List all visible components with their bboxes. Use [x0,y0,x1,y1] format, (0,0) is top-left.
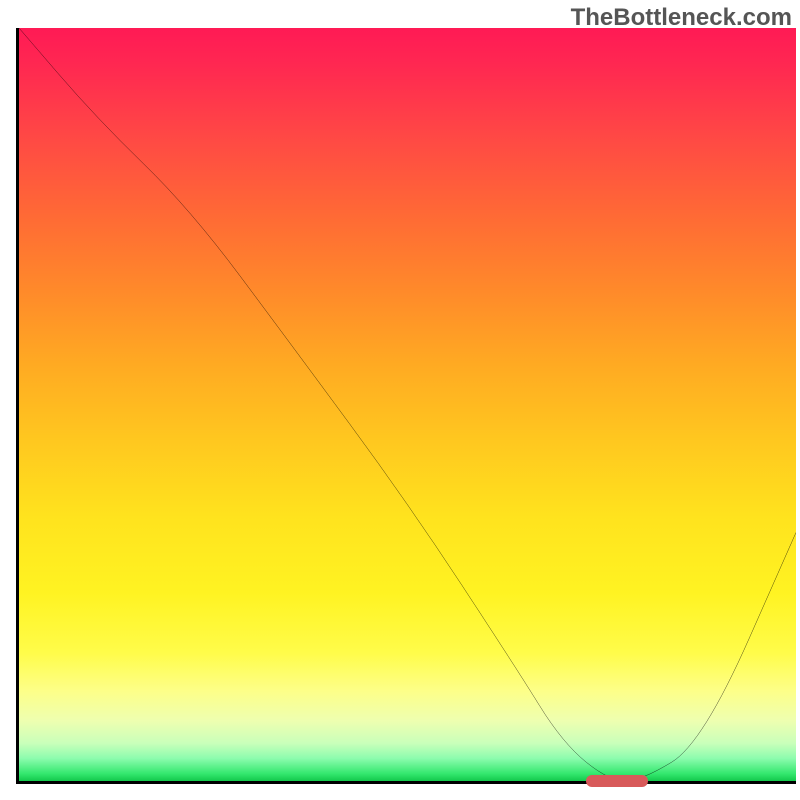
watermark-text: TheBottleneck.com [571,4,792,32]
chart-frame: TheBottleneck.com [0,0,800,800]
plot-area [16,28,796,784]
bottleneck-curve [19,28,796,781]
optimal-marker [586,775,648,787]
